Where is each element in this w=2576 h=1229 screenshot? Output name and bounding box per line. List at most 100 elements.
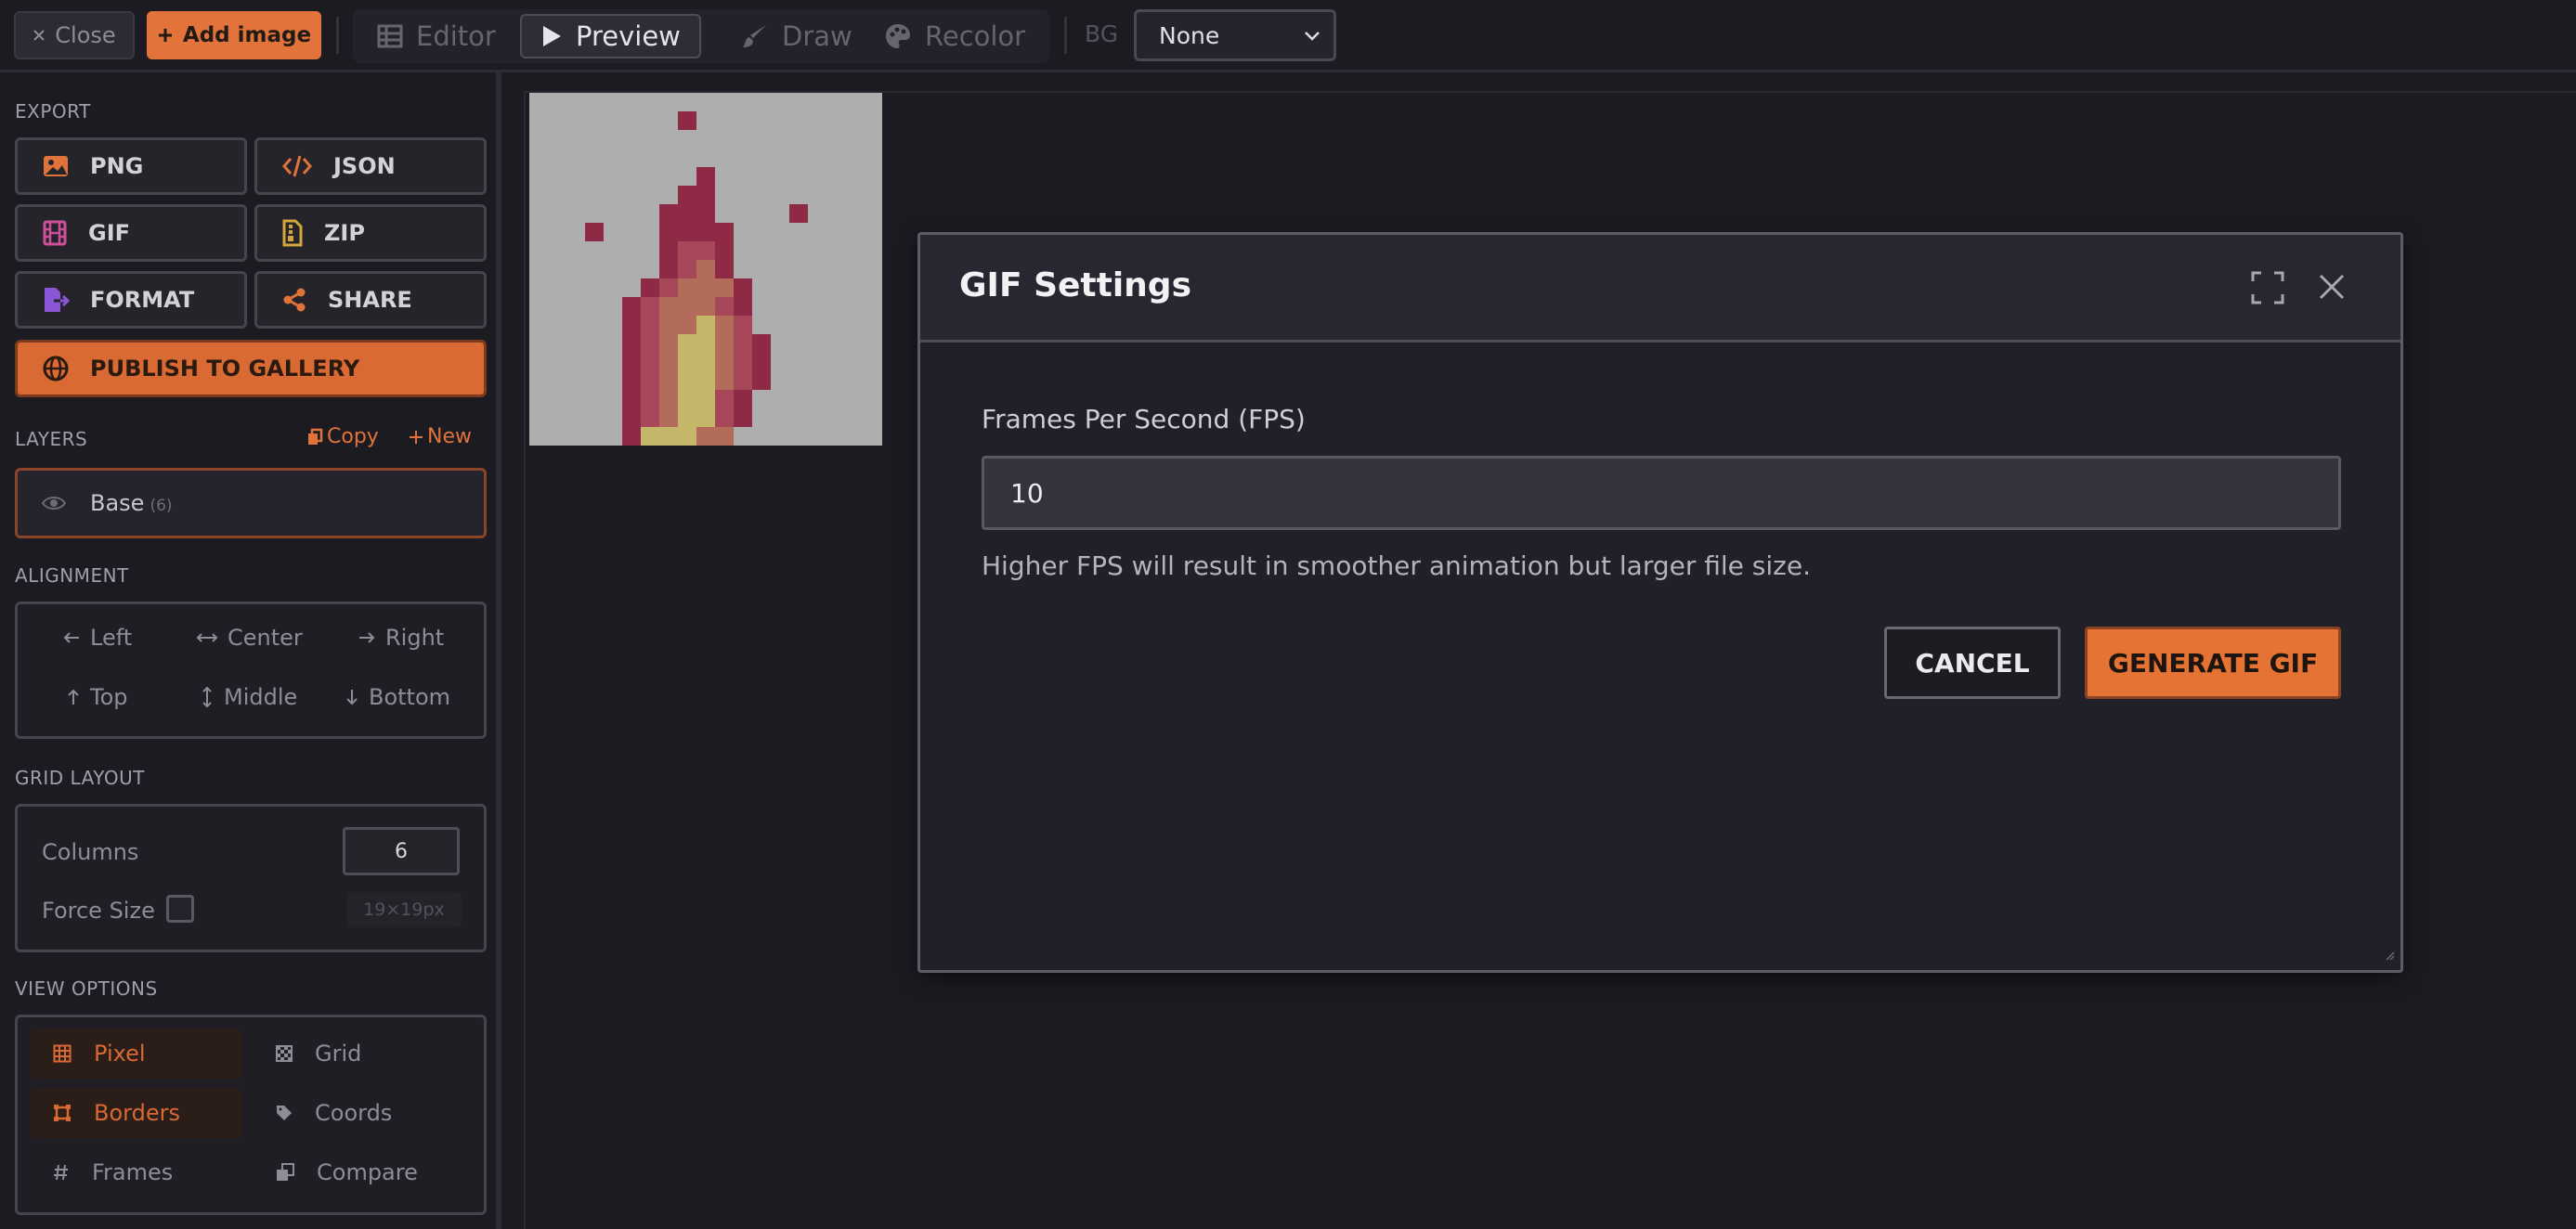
align-center-label: Center	[228, 625, 303, 651]
new-layer-button[interactable]: New	[409, 425, 472, 448]
export-gif-button[interactable]: GIF	[15, 204, 247, 262]
view-compare-label: Compare	[317, 1159, 418, 1185]
tab-editor[interactable]: Editor	[358, 14, 514, 58]
grid-layout-section-title: GRID LAYOUT	[15, 767, 146, 789]
mode-tabs: Editor Preview Draw Recolor	[353, 9, 1049, 63]
view-borders-label: Borders	[94, 1100, 180, 1126]
align-left-button[interactable]: Left	[62, 625, 132, 651]
align-top-button[interactable]: Top	[66, 684, 128, 710]
plus-icon	[157, 27, 174, 44]
close-button[interactable]: Close	[14, 11, 135, 59]
plus-icon	[409, 430, 423, 445]
cancel-button[interactable]: CANCEL	[1884, 627, 2061, 699]
hash-icon	[53, 1163, 70, 1182]
view-grid-label: Grid	[315, 1041, 362, 1067]
dialog-close-button[interactable]	[2317, 272, 2347, 305]
play-icon	[540, 24, 563, 48]
copy-layer-button[interactable]: Copy	[306, 425, 379, 448]
archive-icon	[281, 219, 304, 247]
arrow-down-icon	[345, 688, 359, 706]
align-bottom-button[interactable]: Bottom	[345, 684, 450, 710]
align-top-label: Top	[90, 684, 128, 710]
grid-icon	[53, 1044, 72, 1063]
force-size-label: Force Size	[42, 898, 155, 924]
toolbar-divider	[336, 17, 339, 54]
copy-icon	[306, 428, 323, 446]
export-gif-label: GIF	[88, 220, 131, 246]
view-borders-toggle[interactable]: Borders	[31, 1088, 242, 1138]
palette-icon	[884, 22, 912, 50]
layer-item-base[interactable]: Base (6)	[15, 468, 487, 538]
add-image-button[interactable]: Add image	[147, 11, 321, 59]
tab-draw[interactable]: Draw	[722, 14, 871, 58]
layer-count: (6)	[150, 497, 173, 515]
film-icon	[42, 220, 68, 246]
align-middle-button[interactable]: Middle	[200, 684, 297, 710]
close-button-label: Close	[55, 22, 116, 48]
background-select-value: None	[1159, 21, 1220, 49]
view-grid-toggle[interactable]: Grid	[254, 1028, 465, 1079]
align-bottom-label: Bottom	[369, 684, 451, 710]
export-zip-label: ZIP	[324, 220, 365, 246]
force-size-checkbox[interactable]	[166, 895, 194, 923]
background-select[interactable]: None	[1134, 9, 1336, 61]
tab-recolor[interactable]: Recolor	[865, 14, 1044, 58]
alignment-section-title: ALIGNMENT	[15, 564, 129, 587]
image-icon	[42, 154, 70, 178]
brush-icon	[741, 22, 769, 50]
view-coords-toggle[interactable]: Coords	[254, 1088, 465, 1138]
tab-editor-label: Editor	[416, 20, 496, 52]
export-json-button[interactable]: JSON	[254, 137, 487, 195]
generate-gif-button[interactable]: GENERATE GIF	[2085, 627, 2341, 699]
columns-label: Columns	[42, 839, 139, 865]
align-right-button[interactable]: Right	[358, 625, 444, 651]
export-png-button[interactable]: PNG	[15, 137, 247, 195]
bg-label: BG	[1085, 20, 1119, 47]
grid-layout-panel: Columns 6 Force Size 19×19px	[15, 804, 487, 952]
flame-sprite-image	[585, 111, 808, 446]
share-button-label: SHARE	[328, 287, 412, 313]
columns-input[interactable]: 6	[343, 827, 460, 875]
add-image-button-label: Add image	[182, 23, 312, 47]
view-compare-toggle[interactable]: Compare	[254, 1147, 465, 1197]
align-right-label: Right	[385, 625, 445, 651]
close-icon	[2317, 272, 2347, 302]
arrow-right-icon	[358, 630, 376, 645]
size-readout: 19×19px	[346, 892, 462, 927]
tab-preview[interactable]: Preview	[520, 14, 701, 58]
view-pixel-label: Pixel	[94, 1041, 146, 1067]
frame-icon	[53, 1104, 72, 1122]
fps-input[interactable]: 10	[982, 456, 2341, 530]
align-middle-label: Middle	[224, 684, 298, 710]
export-format-button[interactable]: FORMAT	[15, 271, 247, 329]
export-format-label: FORMAT	[90, 287, 195, 313]
dialog-header: GIF Settings	[920, 235, 2400, 343]
view-frames-label: Frames	[92, 1159, 174, 1185]
arrow-left-icon	[62, 630, 81, 645]
tag-icon	[276, 1105, 293, 1121]
checker-icon	[276, 1045, 293, 1062]
fps-field-label: Frames Per Second (FPS)	[982, 404, 1306, 434]
view-options-panel: Pixel Grid Borders Coords Frames Compare	[15, 1015, 487, 1215]
view-coords-label: Coords	[315, 1100, 393, 1126]
toolbar-divider	[1064, 17, 1067, 54]
table-icon	[377, 23, 403, 49]
view-pixel-toggle[interactable]: Pixel	[31, 1028, 242, 1079]
eye-icon[interactable]	[42, 495, 66, 511]
globe-icon	[42, 355, 70, 382]
view-frames-toggle[interactable]: Frames	[31, 1147, 242, 1197]
dialog-title: GIF Settings	[959, 266, 1191, 304]
layer-name: Base	[90, 490, 145, 516]
publish-to-gallery-button[interactable]: PUBLISH TO GALLERY	[15, 340, 487, 397]
resize-handle[interactable]	[2384, 947, 2395, 964]
export-png-label: PNG	[90, 153, 144, 179]
chevron-down-icon	[1302, 25, 1322, 45]
align-center-button[interactable]: Center	[196, 625, 303, 651]
copy-layer-label: Copy	[327, 425, 379, 448]
arrows-horizontal-icon	[196, 630, 218, 645]
export-zip-button[interactable]: ZIP	[254, 204, 487, 262]
new-layer-label: New	[427, 425, 472, 448]
share-icon	[281, 287, 307, 313]
fullscreen-button[interactable]	[2250, 270, 2285, 309]
share-button[interactable]: SHARE	[254, 271, 487, 329]
